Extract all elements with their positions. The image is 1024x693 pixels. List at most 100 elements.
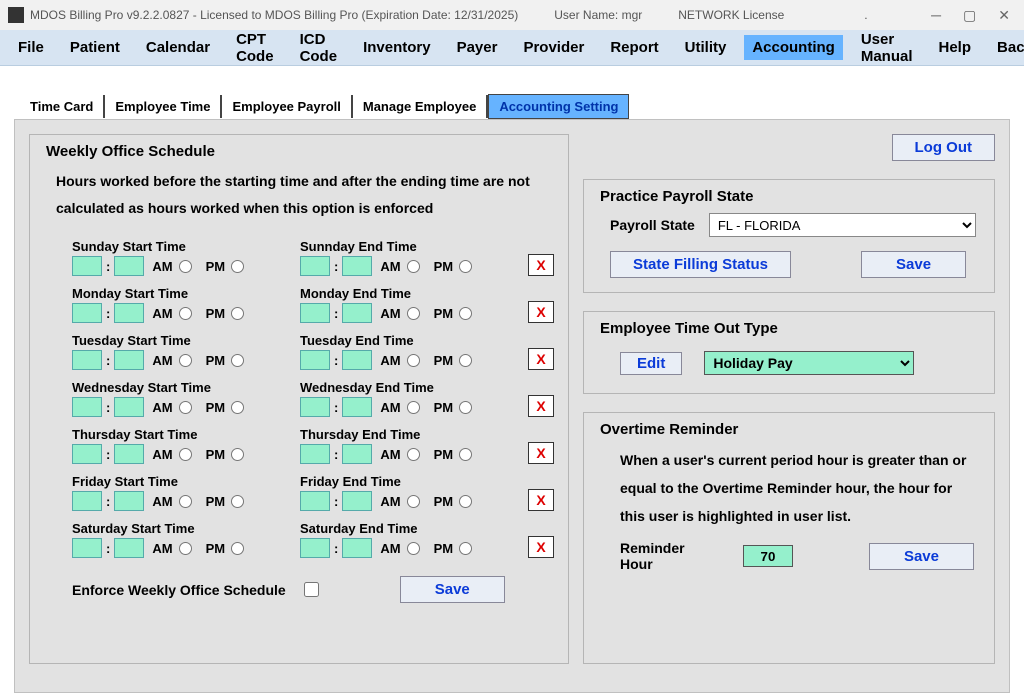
end-pm-radio[interactable] [459, 401, 472, 414]
practice-payroll-state-group: Practice Payroll State Payroll State FL … [583, 179, 995, 293]
end-pm-radio[interactable] [459, 542, 472, 555]
start-hour-input[interactable] [72, 256, 102, 276]
start-min-input[interactable] [114, 397, 144, 417]
day-row: Thursday Start Time : AM PM Thursday End… [72, 427, 554, 464]
menu-user-manual[interactable]: User Manual [853, 27, 921, 69]
reminder-hour-input[interactable] [743, 545, 793, 567]
menu-icd-code[interactable]: ICD Code [292, 27, 346, 69]
start-hour-input[interactable] [72, 538, 102, 558]
menu-cpt-code[interactable]: CPT Code [228, 27, 282, 69]
end-am-radio[interactable] [407, 354, 420, 367]
end-min-input[interactable] [342, 397, 372, 417]
start-am-radio[interactable] [179, 307, 192, 320]
eto-edit-button[interactable]: Edit [620, 352, 682, 375]
end-am-radio[interactable] [407, 495, 420, 508]
menu-patient[interactable]: Patient [62, 35, 128, 60]
state-filing-status-button[interactable]: State Filling Status [610, 251, 791, 278]
start-pm-radio[interactable] [231, 542, 244, 555]
end-hour-input[interactable] [300, 350, 330, 370]
start-am-radio[interactable] [179, 495, 192, 508]
menu-calendar[interactable]: Calendar [138, 35, 218, 60]
start-am-radio[interactable] [179, 448, 192, 461]
start-hour-input[interactable] [72, 491, 102, 511]
end-am-radio[interactable] [407, 401, 420, 414]
end-hour-input[interactable] [300, 444, 330, 464]
end-hour-input[interactable] [300, 256, 330, 276]
end-min-input[interactable] [342, 303, 372, 323]
end-pm-radio[interactable] [459, 260, 472, 273]
end-min-input[interactable] [342, 538, 372, 558]
menu-help[interactable]: Help [931, 35, 980, 60]
maximize-icon[interactable]: ▢ [963, 7, 976, 24]
menu-file[interactable]: File [10, 35, 52, 60]
end-min-input[interactable] [342, 350, 372, 370]
start-hour-input[interactable] [72, 397, 102, 417]
end-hour-input[interactable] [300, 303, 330, 323]
employee-timeout-type-group: Employee Time Out Type Edit Holiday Pay [583, 311, 995, 394]
start-min-input[interactable] [114, 538, 144, 558]
start-pm-radio[interactable] [231, 307, 244, 320]
start-am-radio[interactable] [179, 354, 192, 367]
menu-inventory[interactable]: Inventory [355, 35, 439, 60]
payroll-state-select[interactable]: FL - FLORIDA [709, 213, 976, 237]
delete-day-button[interactable]: X [528, 348, 554, 370]
end-min-input[interactable] [342, 256, 372, 276]
end-pm-radio[interactable] [459, 354, 472, 367]
logout-button[interactable]: Log Out [892, 134, 995, 161]
start-pm-radio[interactable] [231, 354, 244, 367]
delete-day-button[interactable]: X [528, 301, 554, 323]
start-hour-input[interactable] [72, 350, 102, 370]
start-pm-radio[interactable] [231, 448, 244, 461]
tab-accounting-setting[interactable]: Accounting Setting [488, 94, 629, 119]
end-am-radio[interactable] [407, 448, 420, 461]
start-am-radio[interactable] [179, 542, 192, 555]
end-hour-input[interactable] [300, 538, 330, 558]
end-am-radio[interactable] [407, 307, 420, 320]
start-am-radio[interactable] [179, 260, 192, 273]
end-pm-radio[interactable] [459, 495, 472, 508]
tab-employee-time[interactable]: Employee Time [105, 95, 222, 118]
schedule-save-button[interactable]: Save [400, 576, 505, 603]
menu-accounting[interactable]: Accounting [744, 35, 843, 60]
close-icon[interactable]: ✕ [998, 7, 1010, 24]
start-am-radio[interactable] [179, 401, 192, 414]
start-pm-radio[interactable] [231, 401, 244, 414]
delete-day-button[interactable]: X [528, 395, 554, 417]
end-pm-radio[interactable] [459, 307, 472, 320]
delete-day-button[interactable]: X [528, 489, 554, 511]
end-am-radio[interactable] [407, 260, 420, 273]
minimize-icon[interactable]: ─ [931, 7, 941, 24]
menu-provider[interactable]: Provider [515, 35, 592, 60]
delete-day-button[interactable]: X [528, 536, 554, 558]
delete-day-button[interactable]: X [528, 254, 554, 276]
tab-time-card[interactable]: Time Card [20, 95, 105, 118]
end-min-input[interactable] [342, 444, 372, 464]
menu-payer[interactable]: Payer [449, 35, 506, 60]
end-pm-radio[interactable] [459, 448, 472, 461]
start-pm-radio[interactable] [231, 495, 244, 508]
start-min-input[interactable] [114, 303, 144, 323]
pps-save-button[interactable]: Save [861, 251, 966, 278]
end-min-input[interactable] [342, 491, 372, 511]
end-hour-input[interactable] [300, 491, 330, 511]
start-hour-input[interactable] [72, 444, 102, 464]
menu-back[interactable]: Back [989, 35, 1024, 60]
end-am-radio[interactable] [407, 542, 420, 555]
tab-manage-employee[interactable]: Manage Employee [353, 95, 488, 118]
ot-save-button[interactable]: Save [869, 543, 974, 570]
menu-utility[interactable]: Utility [677, 35, 735, 60]
delete-day-button[interactable]: X [528, 442, 554, 464]
tab-employee-payroll[interactable]: Employee Payroll [222, 95, 352, 118]
end-hour-input[interactable] [300, 397, 330, 417]
pm-label: PM [434, 447, 454, 462]
start-pm-radio[interactable] [231, 260, 244, 273]
am-label: AM [380, 400, 400, 415]
start-min-input[interactable] [114, 256, 144, 276]
enforce-checkbox[interactable] [304, 582, 319, 597]
eto-select[interactable]: Holiday Pay [704, 351, 914, 375]
menu-report[interactable]: Report [602, 35, 666, 60]
start-min-input[interactable] [114, 350, 144, 370]
start-hour-input[interactable] [72, 303, 102, 323]
start-min-input[interactable] [114, 491, 144, 511]
start-min-input[interactable] [114, 444, 144, 464]
